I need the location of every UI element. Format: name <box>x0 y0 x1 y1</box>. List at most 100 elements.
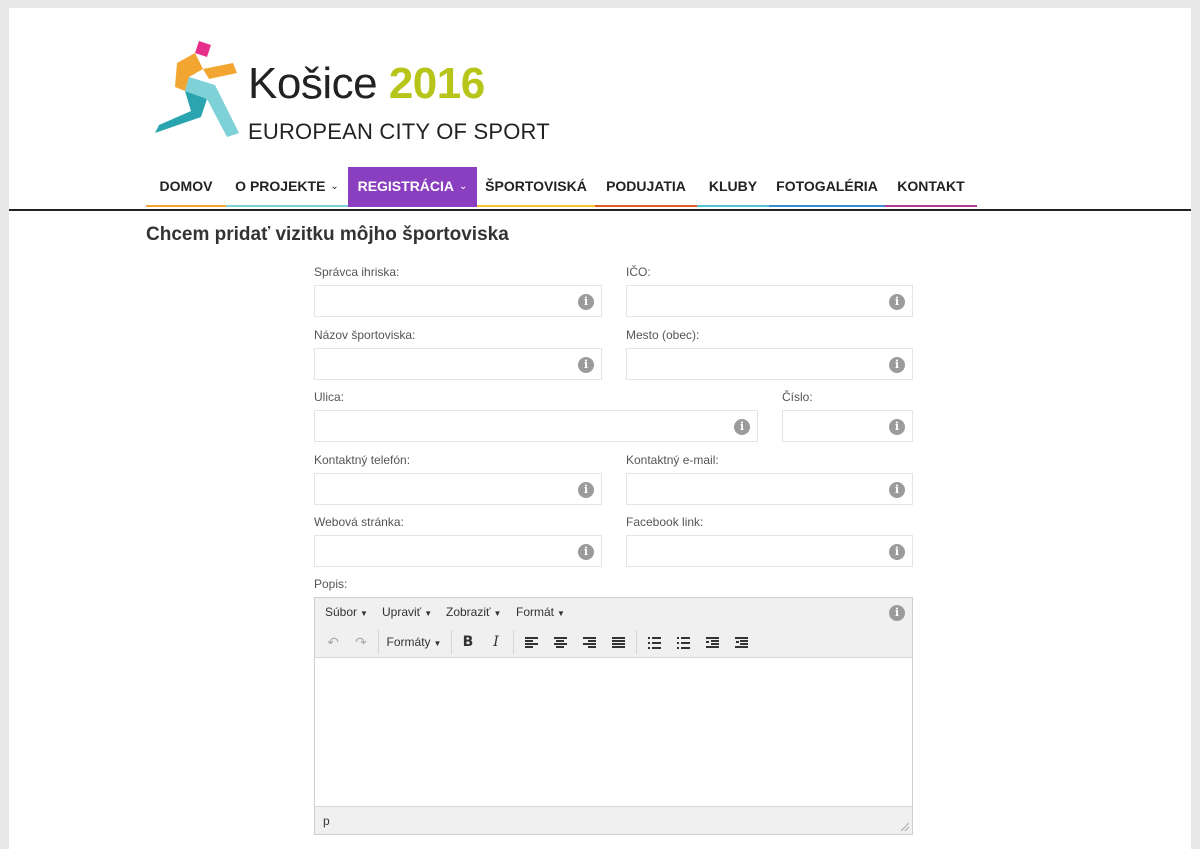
ico-label: IČO: <box>626 265 651 279</box>
nav-item-fotogaleria[interactable]: FOTOGALÉRIA <box>769 167 885 207</box>
nav-item-domov[interactable]: DOMOV <box>146 167 226 207</box>
facebook-field: i <box>626 535 913 567</box>
align-left-icon[interactable] <box>518 630 544 654</box>
element-path[interactable]: p <box>323 814 330 828</box>
telefon-field: i <box>314 473 602 505</box>
redo-icon[interactable]: ↷ <box>349 630 373 654</box>
info-icon[interactable]: i <box>578 357 594 373</box>
indent-icon[interactable] <box>728 630 754 654</box>
nazov-label: Názov športoviska: <box>314 328 416 342</box>
info-icon[interactable]: i <box>889 482 905 498</box>
nav-item-o-projekte[interactable]: O PROJEKTE ⌄ <box>226 167 348 207</box>
info-icon[interactable]: i <box>734 419 750 435</box>
logo-city: Košice <box>248 59 378 108</box>
ico-input[interactable] <box>627 286 912 316</box>
info-icon[interactable]: i <box>889 419 905 435</box>
web-field: i <box>314 535 602 567</box>
editor-toolbar: ↶ ↷ Formáty ▼ B I <box>315 627 912 658</box>
info-icon[interactable]: i <box>578 482 594 498</box>
info-icon[interactable]: i <box>889 357 905 373</box>
spravca-input[interactable] <box>315 286 601 316</box>
editor-content-area[interactable] <box>315 658 912 806</box>
mesto-field: i <box>626 348 913 380</box>
runner-logo-icon <box>155 41 239 137</box>
spravca-label: Správca ihriska: <box>314 265 400 279</box>
telefon-label: Kontaktný telefón: <box>314 453 411 467</box>
nav-item-kontakt[interactable]: KONTAKT <box>885 167 977 207</box>
page-frame: Košice 2016 EUROPEAN CITY OF SPORT DOMOV… <box>9 8 1191 849</box>
align-center-icon[interactable] <box>547 630 573 654</box>
rich-text-editor: Súbor ▼ Upraviť ▼ Zobraziť ▼ Formát ▼ i ↶ ↷ … <box>314 597 913 835</box>
caret-down-icon: ▼ <box>557 609 565 618</box>
ico-field: i <box>626 285 913 317</box>
numbered-list-icon[interactable] <box>670 630 696 654</box>
nav-item-label: FOTOGALÉRIA <box>776 178 878 194</box>
menu-subor[interactable]: Súbor ▼ <box>325 598 368 627</box>
info-icon[interactable]: i <box>578 294 594 310</box>
nav-item-registracia[interactable]: REGISTRÁCIA ⌄ <box>348 167 477 207</box>
toolbar-separator <box>451 630 452 654</box>
nazov-input[interactable] <box>315 349 601 379</box>
undo-icon[interactable]: ↶ <box>321 630 345 654</box>
ulica-input[interactable] <box>315 411 757 441</box>
nazov-field: i <box>314 348 602 380</box>
caret-down-icon: ▼ <box>424 609 433 618</box>
nav-item-label: KONTAKT <box>897 178 965 194</box>
formats-label: Formáty <box>386 635 431 649</box>
popis-label: Popis: <box>314 577 348 591</box>
caret-down-icon: ▼ <box>433 639 442 648</box>
nav-item-label: PODUJATIA <box>606 178 686 194</box>
info-icon[interactable]: i <box>578 544 594 560</box>
caret-down-icon: ▼ <box>360 609 368 618</box>
web-label: Webová stránka: <box>314 515 404 529</box>
ulica-label: Ulica: <box>314 390 345 404</box>
bold-icon[interactable]: B <box>456 630 480 654</box>
chevron-down-icon: ⌄ <box>459 180 468 192</box>
email-field: i <box>626 473 913 505</box>
cislo-label: Číslo: <box>782 390 813 404</box>
page-title: Chcem pridať vizitku môjho športoviska <box>146 224 509 245</box>
nav-item-label: KLUBY <box>708 178 758 194</box>
email-input[interactable] <box>627 474 912 504</box>
nav-item-label: ŠPORTOVISKÁ <box>485 178 587 194</box>
menu-label: Súbor <box>325 605 358 619</box>
menu-label: Upraviť <box>382 605 422 619</box>
telefon-input[interactable] <box>315 474 601 504</box>
align-right-icon[interactable] <box>576 630 602 654</box>
italic-icon[interactable]: I <box>484 630 508 654</box>
email-label: Kontaktný e-mail: <box>626 453 719 467</box>
nav-item-sportoviska[interactable]: ŠPORTOVISKÁ <box>477 167 595 207</box>
info-icon[interactable]: i <box>889 605 905 621</box>
menu-upravit[interactable]: Upraviť ▼ <box>382 598 432 627</box>
nav-item-label: O PROJEKTE <box>235 178 326 194</box>
facebook-input[interactable] <box>627 536 912 566</box>
info-icon[interactable]: i <box>889 544 905 560</box>
logo-subtitle: EUROPEAN CITY OF SPORT <box>248 119 550 144</box>
align-justify-icon[interactable] <box>605 630 631 654</box>
outdent-icon[interactable] <box>699 630 725 654</box>
info-icon[interactable]: i <box>889 294 905 310</box>
ulica-field: i <box>314 410 758 442</box>
nav-item-label: DOMOV <box>159 178 213 194</box>
editor-statusbar: p <box>315 806 912 834</box>
bullet-list-icon[interactable] <box>641 630 667 654</box>
toolbar-separator <box>378 630 379 654</box>
menu-format[interactable]: Formát ▼ <box>516 598 565 627</box>
mesto-input[interactable] <box>627 349 912 379</box>
toolbar-separator <box>636 630 637 654</box>
mesto-label: Mesto (obec): <box>626 328 700 342</box>
resize-handle-icon[interactable] <box>901 823 909 831</box>
site-logo[interactable]: Košice 2016 EUROPEAN CITY OF SPORT <box>155 41 550 146</box>
cislo-field: i <box>782 410 913 442</box>
spravca-field: i <box>314 285 602 317</box>
nav-item-kluby[interactable]: KLUBY <box>697 167 769 207</box>
menu-label: Zobraziť <box>446 605 491 619</box>
menu-label: Formát <box>516 605 555 619</box>
nav-item-podujatia[interactable]: PODUJATIA <box>595 167 697 207</box>
logo-year: 2016 <box>388 59 485 108</box>
menu-zobrazit[interactable]: Zobraziť ▼ <box>446 598 501 627</box>
logo-title: Košice 2016 <box>248 59 485 109</box>
formats-dropdown[interactable]: Formáty ▼ <box>383 630 445 654</box>
web-input[interactable] <box>315 536 601 566</box>
toolbar-separator <box>513 630 514 654</box>
